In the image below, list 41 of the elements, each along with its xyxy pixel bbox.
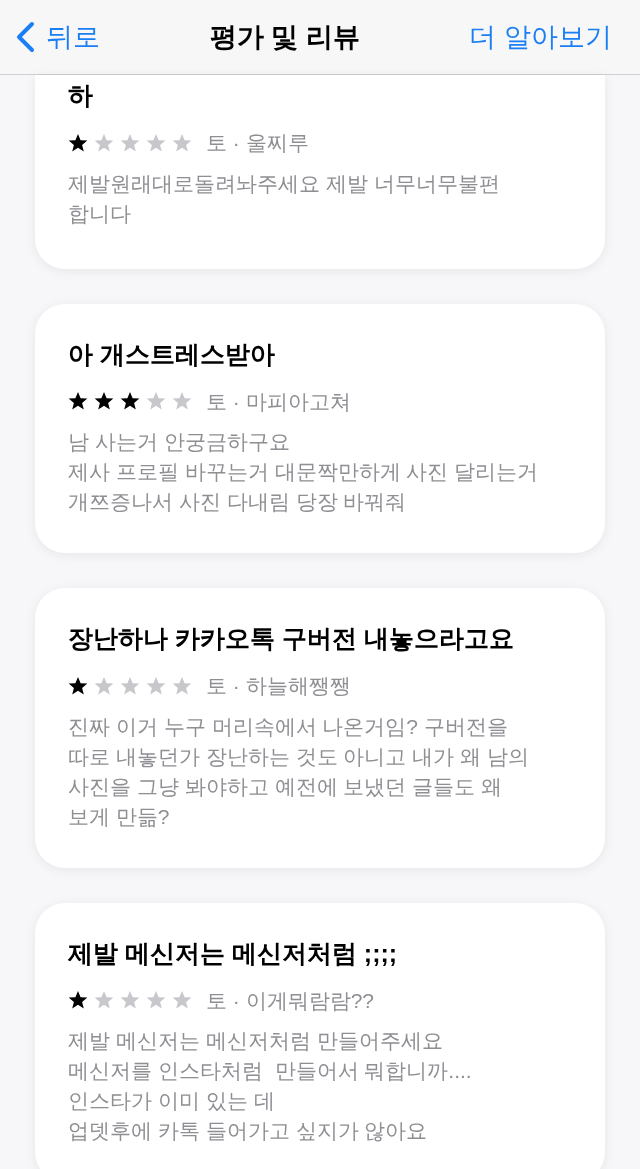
filled-star-icon: [68, 990, 88, 1011]
filled-star-icon: [94, 391, 114, 412]
review-body: 진짜 이거 누구 머리속에서 나온거임? 구버전을 따로 내놓던가 장난하는 것도 아니고 내가 왜 남의 사진을 그냥 봐야하고 예전에 보냈던 글들도 왜 보게 만듦?: [68, 713, 530, 830]
empty-star-icon: [172, 990, 192, 1011]
review-card[interactable]: 하 토 · 울찌루 제발원래대로돌려놔주세요 제발 너무너무불편 합니다: [35, 75, 605, 269]
empty-star-icon: [120, 675, 140, 696]
empty-star-icon: [94, 990, 114, 1011]
chevron-left-icon: [14, 21, 36, 53]
page-title: 평가 및 리뷰: [209, 20, 360, 54]
review-meta: 토 · 울찌루: [206, 130, 309, 156]
empty-star-icon: [146, 675, 166, 696]
empty-star-icon: [94, 132, 114, 153]
empty-star-icon: [172, 132, 192, 153]
filled-star-icon: [120, 391, 140, 412]
empty-star-icon: [146, 132, 166, 153]
review-body: 남 사는거 안궁금하구요 제사 프로필 바꾸는거 대문짝만하게 사진 달리는거 개쯔증나서 사진 다내림 당장 바꿔줘: [68, 429, 540, 515]
review-title: 하: [68, 80, 94, 111]
filled-star-icon: [68, 675, 88, 696]
filled-star-icon: [68, 132, 88, 153]
review-card[interactable]: 장난하나 카카오톡 구버전 내놓으라고요 토 · 하늘해쨍쨍 진짜 이거 누구 머리속에서 나온거임? 구버전을 따로 내놓던가 장난하는 것도 아니고 내가 왜 남의 사진을 그냥 봐야하고 예전에 보냈던 글들도 왜 보게 만듦?: [35, 588, 605, 868]
empty-star-icon: [146, 391, 166, 412]
empty-star-icon: [172, 675, 192, 696]
filled-star-icon: [68, 391, 88, 412]
review-title: 장난하나 카카오톡 구버전 내놓으라고요: [68, 623, 515, 654]
review-title: 아 개스트레스받아: [68, 338, 276, 370]
empty-star-icon: [172, 391, 192, 412]
review-title: 제발 메신저는 메신저처럼 ;;;;: [68, 937, 399, 969]
review-meta: 토 · 하늘해쨍쨍: [206, 673, 351, 699]
back-button[interactable]: 뒤로: [14, 16, 100, 58]
back-label: 뒤로: [46, 20, 100, 54]
empty-star-icon: [120, 132, 140, 153]
review-meta: 토 · 마피아고쳐: [206, 388, 351, 415]
learn-more-link[interactable]: 더 알아보기: [469, 16, 626, 58]
review-card[interactable]: 제발 메신저는 메신저처럼 ;;;; 토 · 이게뭐람람?? 제발 메신저는 메신저처럼 만들어주세요 메신저를 인스타처럼 만들어서 뭐합니까.... 인스타가 이미 있는 데 업뎃후에 카톡 들어가고 싶지가 않아요: [35, 902, 605, 1169]
review-meta: 토 · 이게뭐람람??: [206, 987, 375, 1014]
review-card[interactable]: 아 개스트레스받아 토 · 마피아고쳐 남 사는거 안궁금하구요 제사 프로필 바꾸는거 대문짝만하게 사진 달리는거 개쯔증나서 사진 다내림 당장 바꿔줘: [35, 303, 605, 553]
empty-star-icon: [146, 990, 166, 1011]
review-body: 제발 메신저는 메신저처럼 만들어주세요 메신저를 인스타처럼 만들어서 뭐합니까.... 인스타가 이미 있는 데 업뎃후에 카톡 들어가고 싶지가 않아요: [68, 1028, 473, 1144]
review-body: 제발원래대로돌려놔주세요 제발 너무너무불편 합니다: [68, 170, 501, 227]
empty-star-icon: [94, 675, 114, 696]
empty-star-icon: [120, 990, 140, 1011]
